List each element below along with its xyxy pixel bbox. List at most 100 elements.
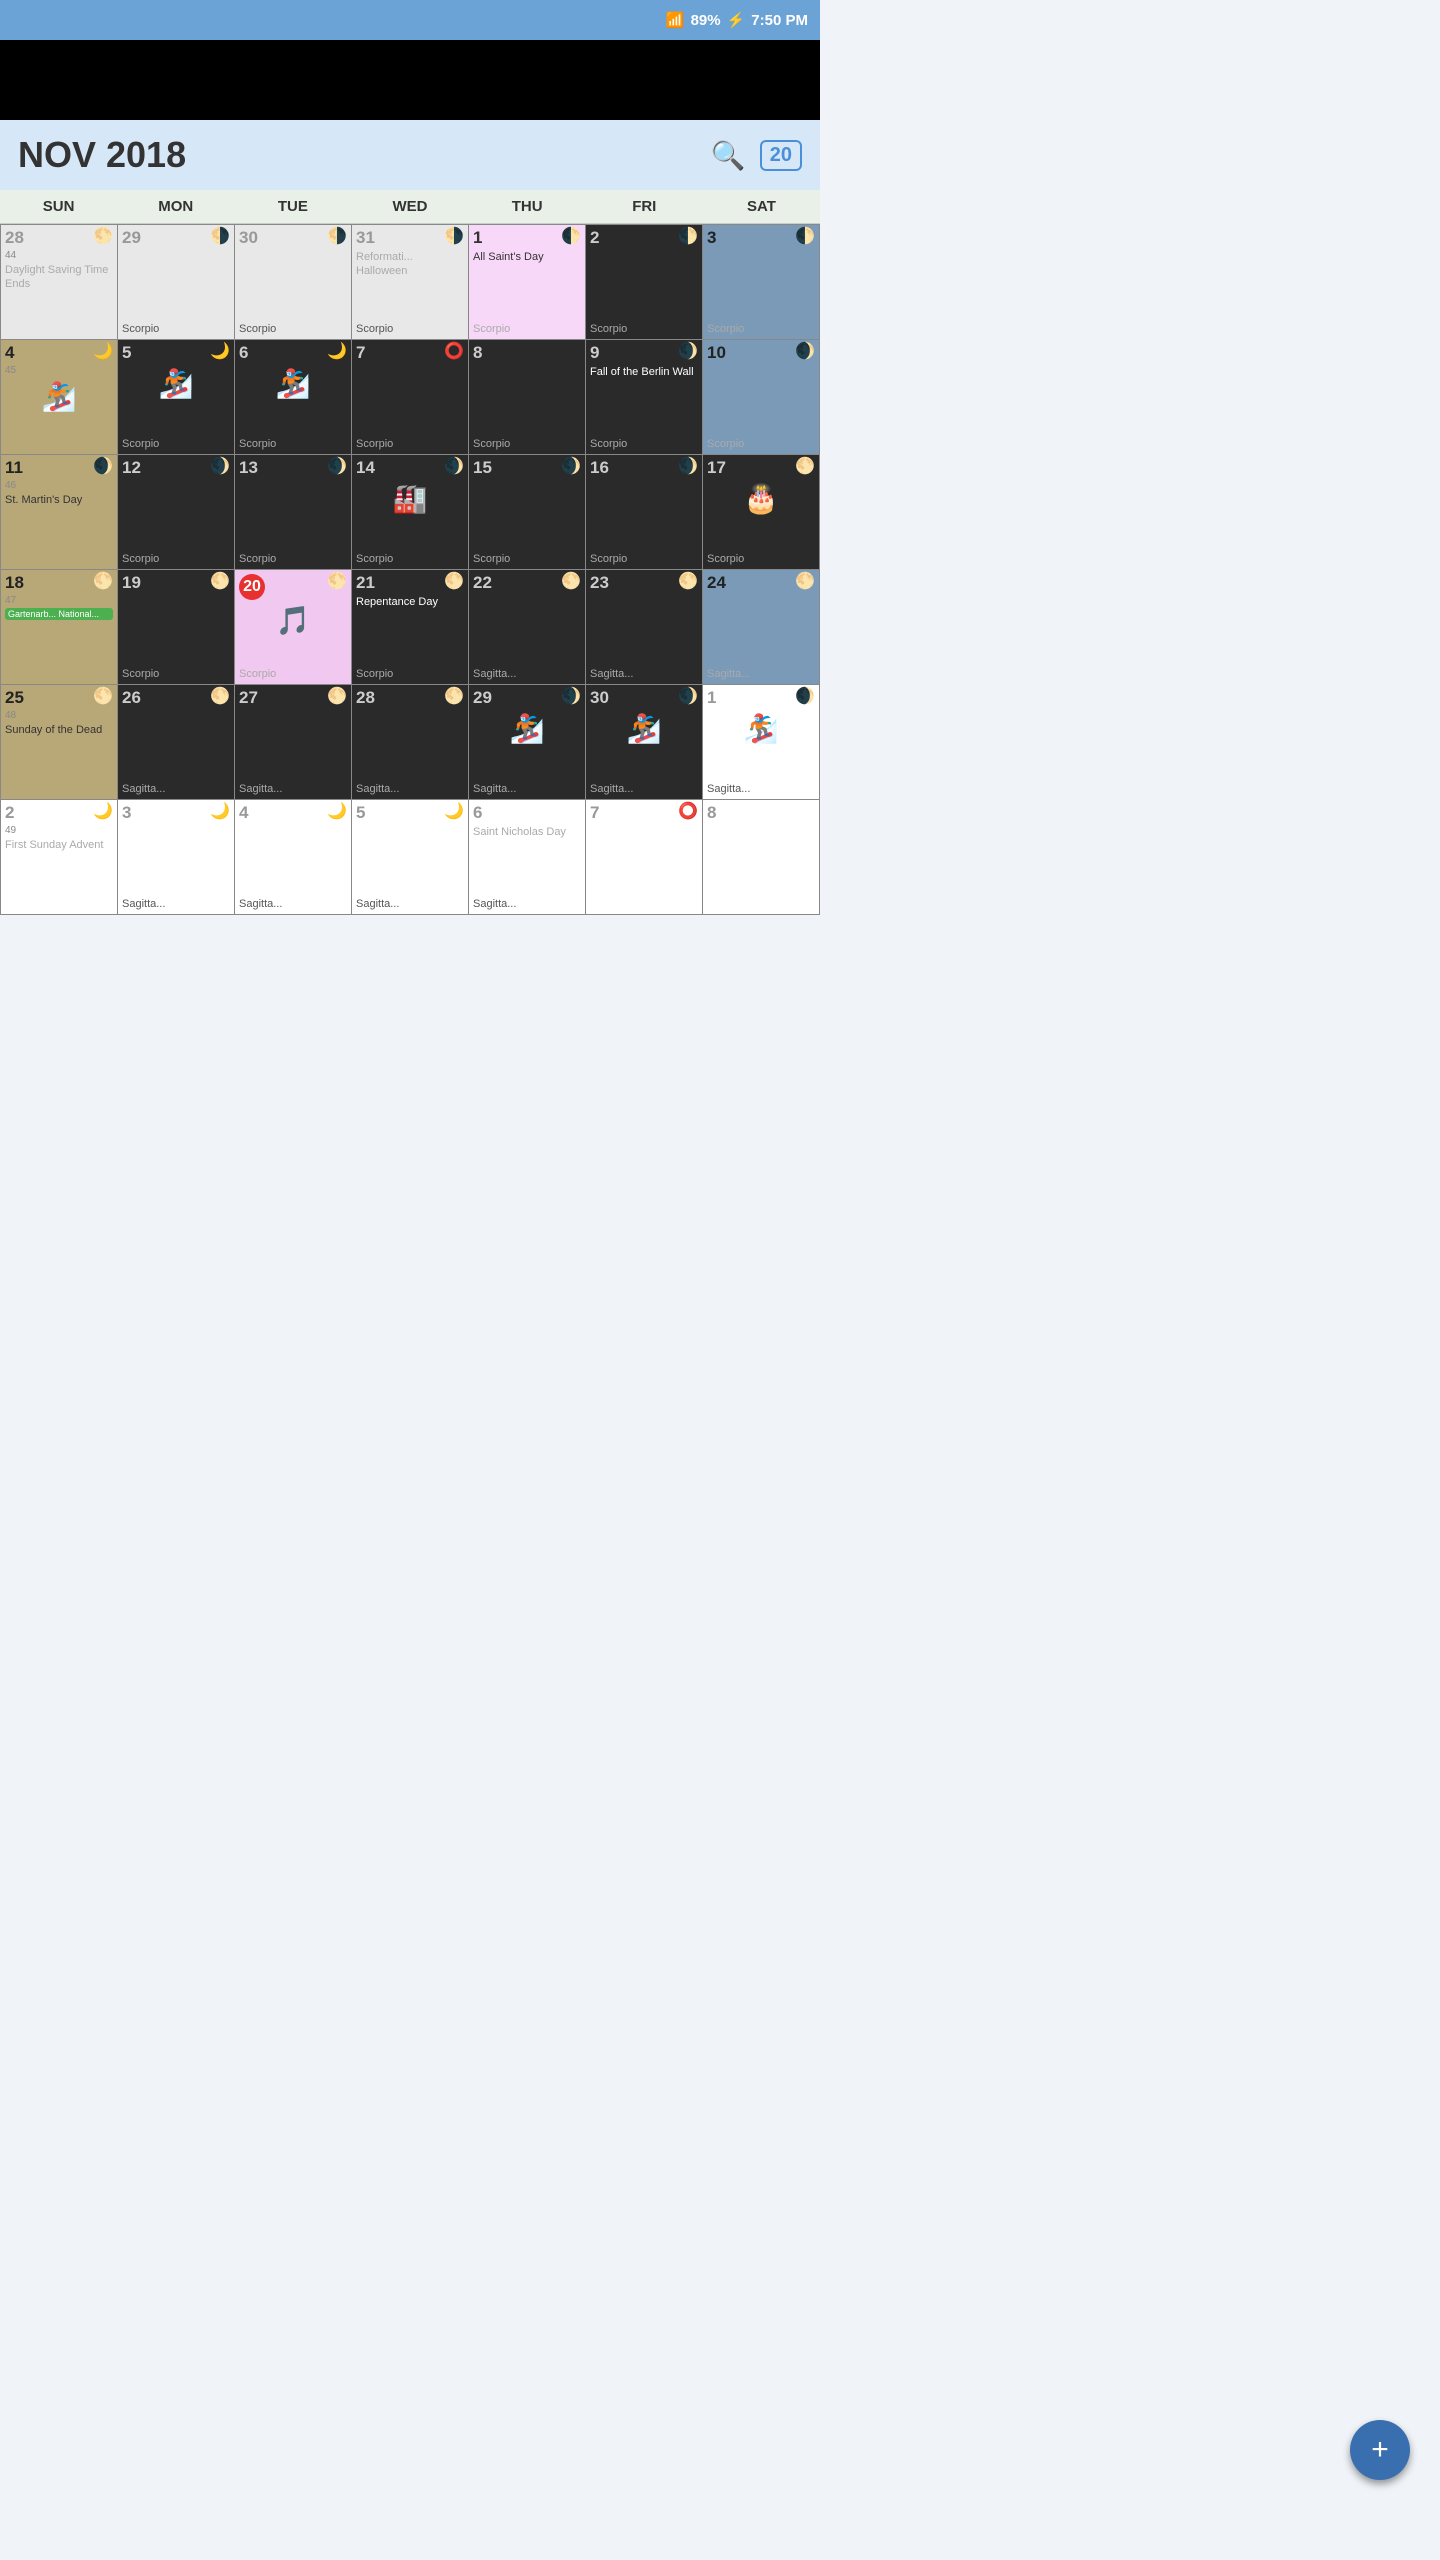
date-number: 7: [356, 344, 365, 363]
zodiac-label: Sagitta...: [356, 783, 464, 795]
calendar-cell-11-w2[interactable]: 11🌒46St. Martin's Day: [1, 455, 118, 570]
calendar-cell-28-w0[interactable]: 28🌕44Daylight Saving Time Ends: [1, 225, 118, 340]
calendar-cell-30-w4[interactable]: 30🌒🏂Sagitta...: [586, 685, 703, 800]
moon-phase-icon: 🌙: [93, 804, 113, 820]
add-event-button[interactable]: +: [1350, 2420, 1410, 2480]
zodiac-label: Scorpio: [590, 438, 698, 450]
cell-event-text: 🏭: [393, 482, 428, 515]
day-header-sun: SUN: [0, 190, 117, 223]
moon-phase-icon: 🌕: [210, 574, 230, 590]
zodiac-label: Sagitta...: [707, 783, 815, 795]
calendar-cell-10-w1[interactable]: 10🌒Scorpio: [703, 340, 820, 455]
moon-phase-icon: 🌕: [678, 574, 698, 590]
calendar-cell-2-w0[interactable]: 2🌓Scorpio: [586, 225, 703, 340]
day-header-thu: THU: [469, 190, 586, 223]
moon-phase-icon: 🌕: [93, 574, 113, 590]
calendar-cell-17-w2[interactable]: 17🌕🎂Scorpio: [703, 455, 820, 570]
date-number: 28: [5, 229, 24, 248]
moon-phase-icon: 🌗: [210, 229, 230, 245]
zodiac-label: Scorpio: [707, 553, 815, 565]
calendar-cell-4-w5[interactable]: 4🌙Sagitta...: [235, 800, 352, 915]
moon-phase-icon: 🌗: [444, 229, 464, 245]
moon-phase-icon: 🌙: [327, 804, 347, 820]
cell-event-text: All Saint's Day: [473, 250, 581, 323]
date-number: 3: [122, 804, 131, 823]
date-number: 5: [122, 344, 131, 363]
moon-phase-icon: 🌒: [795, 344, 815, 360]
cell-event-text: Reformati... Halloween: [356, 250, 464, 323]
date-number: 6: [473, 804, 482, 823]
calendar-cell-22-w3[interactable]: 22🌕Sagitta...: [469, 570, 586, 685]
calendar-cell-5-w5[interactable]: 5🌙Sagitta...: [352, 800, 469, 915]
calendar-cell-13-w2[interactable]: 13🌒Scorpio: [235, 455, 352, 570]
zodiac-label: Sagitta...: [239, 898, 347, 910]
moon-phase-icon: ⭕: [678, 804, 698, 820]
calendar-cell-16-w2[interactable]: 16🌒Scorpio: [586, 455, 703, 570]
moon-phase-icon: 🌒: [678, 459, 698, 475]
day-header-fri: FRI: [586, 190, 703, 223]
calendar-cell-18-w3[interactable]: 18🌕47Gartenarb... National...: [1, 570, 118, 685]
calendar-cell-31-w0[interactable]: 31🌗Reformati... HalloweenScorpio: [352, 225, 469, 340]
calendar-cell-19-w3[interactable]: 19🌕Scorpio: [118, 570, 235, 685]
zodiac-label: Scorpio: [239, 553, 347, 565]
calendar-cell-27-w4[interactable]: 27🌕Sagitta...: [235, 685, 352, 800]
zodiac-label: Sagitta...: [590, 668, 698, 680]
calendar-cell-5-w1[interactable]: 5🌙🏂Scorpio: [118, 340, 235, 455]
calendar-cell-2-w5[interactable]: 2🌙49First Sunday Advent: [1, 800, 118, 915]
calendar-cell-30-w0[interactable]: 30🌗Scorpio: [235, 225, 352, 340]
calendar-cell-14-w2[interactable]: 14🌒🏭Scorpio: [352, 455, 469, 570]
calendar-header: NOV 2018 🔍 20: [0, 120, 820, 190]
calendar-cell-6-w5[interactable]: 6Saint Nicholas DaySagitta...: [469, 800, 586, 915]
calendar-cell-24-w3[interactable]: 24🌕Sagitta...: [703, 570, 820, 685]
calendar-cell-6-w1[interactable]: 6🌙🏂Scorpio: [235, 340, 352, 455]
calendar-cell-26-w4[interactable]: 26🌕Sagitta...: [118, 685, 235, 800]
today-button[interactable]: 20: [760, 140, 802, 171]
moon-phase-icon: 🌕: [327, 574, 347, 590]
date-number: 26: [122, 689, 141, 708]
day-header-tue: TUE: [234, 190, 351, 223]
date-number: 24: [707, 574, 726, 593]
calendar-cell-29-w4[interactable]: 29🌒🏂Sagitta...: [469, 685, 586, 800]
zodiac-label: Scorpio: [356, 323, 464, 335]
calendar-cell-7-w5[interactable]: 7⭕: [586, 800, 703, 915]
calendar-cell-15-w2[interactable]: 15🌒Scorpio: [469, 455, 586, 570]
zodiac-label: Scorpio: [356, 553, 464, 565]
zodiac-label: Scorpio: [473, 323, 581, 335]
calendar-cell-3-w5[interactable]: 3🌙Sagitta...: [118, 800, 235, 915]
cell-event-text: 🏂: [744, 712, 779, 745]
calendar-cell-4-w1[interactable]: 4🌙45🏂: [1, 340, 118, 455]
zodiac-label: Scorpio: [590, 323, 698, 335]
calendar-cell-25-w4[interactable]: 25🌕48Sunday of the Dead: [1, 685, 118, 800]
moon-phase-icon: 🌓: [795, 229, 815, 245]
calendar-cell-20-w3[interactable]: 20🌕🎵Scorpio: [235, 570, 352, 685]
zodiac-label: Scorpio: [356, 438, 464, 450]
cell-event-text: 🏂: [627, 712, 662, 745]
week-number: 44: [5, 250, 113, 261]
week-number: 45: [5, 365, 113, 376]
moon-phase-icon: 🌕: [93, 689, 113, 705]
zodiac-label: Scorpio: [122, 438, 230, 450]
date-number: 30: [590, 689, 609, 708]
zodiac-label: Scorpio: [239, 668, 347, 680]
calendar-cell-1-w4[interactable]: 1🌒🏂Sagitta...: [703, 685, 820, 800]
calendar-cell-8-w5[interactable]: 8: [703, 800, 820, 915]
date-number: 3: [707, 229, 716, 248]
calendar-cell-12-w2[interactable]: 12🌒Scorpio: [118, 455, 235, 570]
date-number: 21: [356, 574, 375, 593]
calendar-cell-8-w1[interactable]: 8Scorpio: [469, 340, 586, 455]
search-icon[interactable]: 🔍: [711, 139, 746, 172]
calendar-cell-21-w3[interactable]: 21🌕Repentance DayScorpio: [352, 570, 469, 685]
date-number: 13: [239, 459, 258, 478]
date-number: 8: [473, 344, 482, 363]
calendar-cell-28-w4[interactable]: 28🌕Sagitta...: [352, 685, 469, 800]
calendar-cell-3-w0[interactable]: 3🌓Scorpio: [703, 225, 820, 340]
date-number: 25: [5, 689, 24, 708]
calendar-cell-29-w0[interactable]: 29🌗Scorpio: [118, 225, 235, 340]
calendar-cell-1-w0[interactable]: 1🌓All Saint's DayScorpio: [469, 225, 586, 340]
zodiac-label: Sagitta...: [122, 783, 230, 795]
calendar-cell-7-w1[interactable]: 7⭕Scorpio: [352, 340, 469, 455]
moon-phase-icon: 🌒: [210, 459, 230, 475]
calendar-cell-9-w1[interactable]: 9🌒Fall of the Berlin WallScorpio: [586, 340, 703, 455]
calendar-cell-23-w3[interactable]: 23🌕Sagitta...: [586, 570, 703, 685]
date-number: 17: [707, 459, 726, 478]
